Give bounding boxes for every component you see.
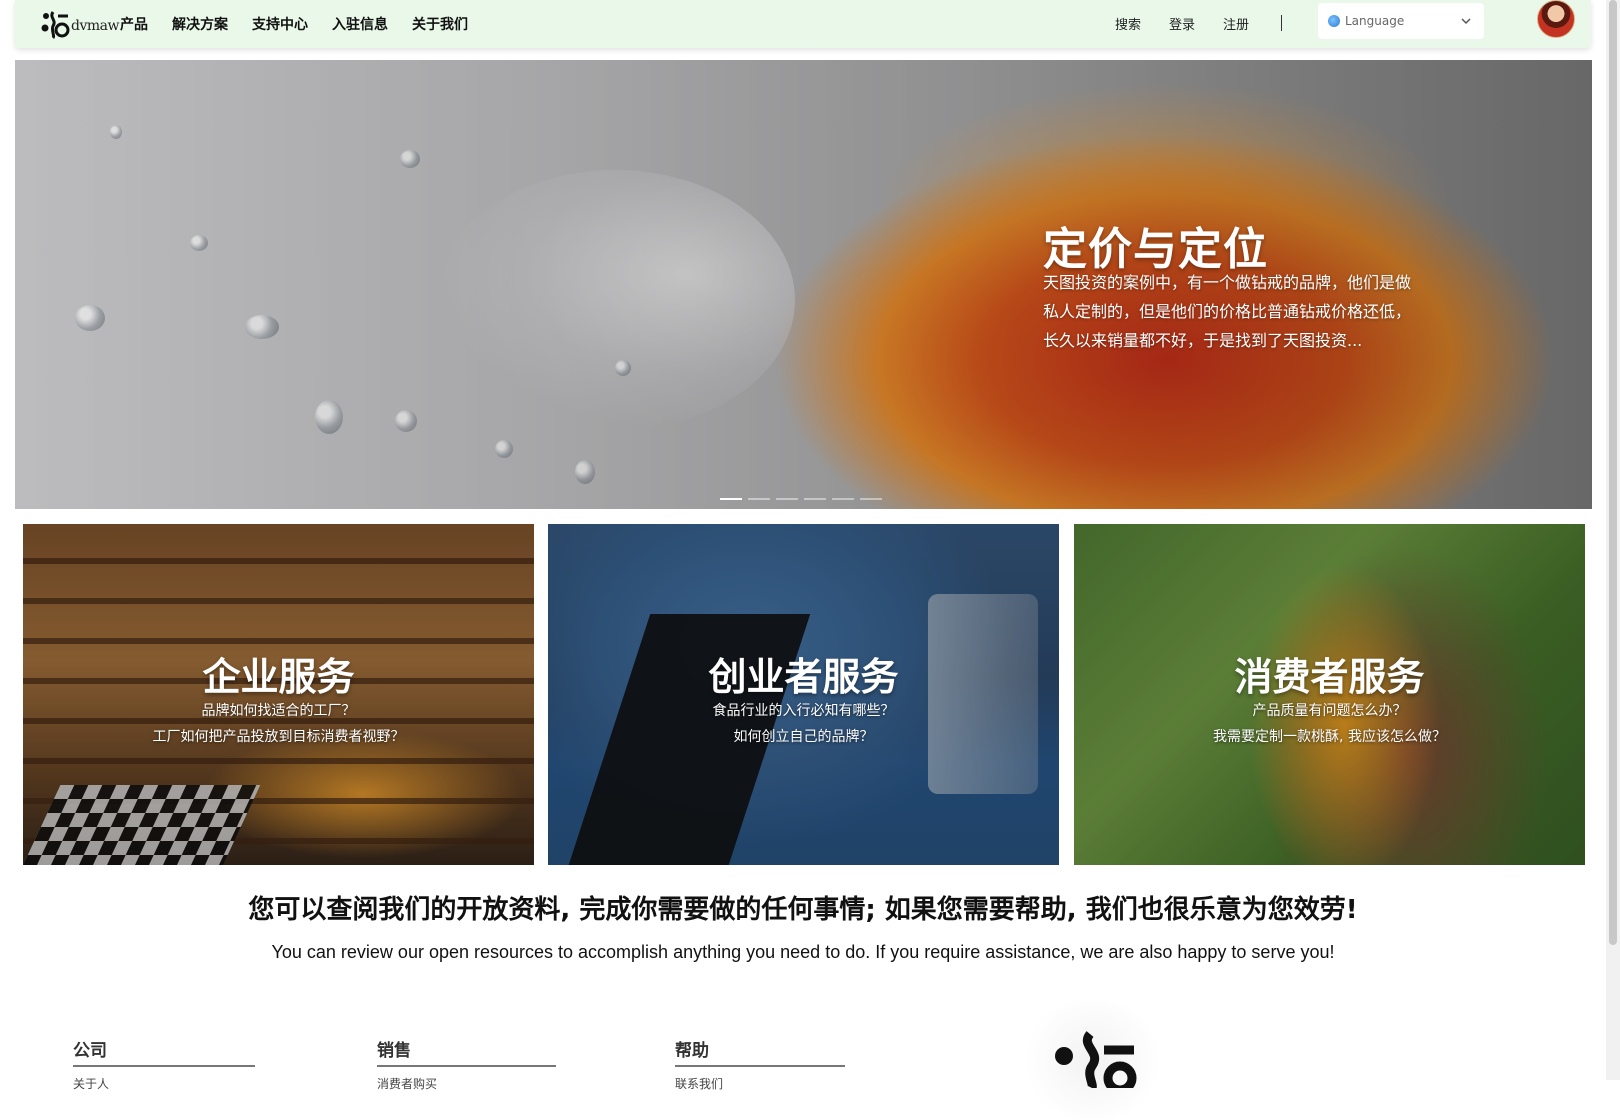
carousel-dot[interactable]	[748, 498, 770, 500]
footer-heading-underline	[377, 1065, 556, 1067]
nav-item-about[interactable]: 关于我们	[412, 14, 468, 34]
service-card-question: 品牌如何找适合的工厂？	[201, 703, 356, 719]
service-card-title: 创业者服务	[708, 655, 899, 699]
top-nav-bar: dvmaw 产品 解决方案 支持中心 入驻信息 关于我们 搜索 登录 注册 La…	[15, 0, 1591, 48]
nav-item-products[interactable]: 产品	[120, 14, 148, 34]
search-link[interactable]: 搜索	[1115, 14, 1141, 33]
footer-heading: 销售	[377, 1041, 411, 1061]
tagline-english: You can review our open resources to acc…	[271, 942, 1335, 962]
chevron-down-icon	[1461, 18, 1471, 25]
nav-item-support[interactable]: 支持中心	[252, 14, 308, 34]
carousel-indicators	[720, 498, 882, 500]
language-select[interactable]: Language	[1318, 3, 1484, 39]
service-card-title: 企业服务	[202, 655, 355, 699]
carousel-dot[interactable]	[832, 498, 854, 500]
footer-logo	[1018, 1000, 1168, 1120]
service-card-question: 食品行业的入行必知有哪些？	[712, 703, 895, 719]
header-actions: 搜索 登录 注册	[1115, 0, 1283, 46]
footer-heading: 帮助	[675, 1041, 709, 1061]
service-card-entrepreneur[interactable]: 创业者服务 食品行业的入行必知有哪些？ 如何创立自己的品牌？	[548, 524, 1059, 865]
footer-column-sales: 销售 消费者购买	[377, 1036, 556, 1092]
register-link[interactable]: 注册	[1223, 14, 1249, 33]
nav-item-solutions[interactable]: 解决方案	[172, 14, 228, 34]
nav-item-onboarding[interactable]: 入驻信息	[332, 14, 388, 34]
footer-heading-underline	[675, 1065, 845, 1067]
hero-carousel[interactable]: 定价与定位 天图投资的案例中，有一个做钻戒的品牌，他们是做私人定制的，但是他们的…	[15, 60, 1592, 509]
service-card-title: 消费者服务	[1234, 655, 1425, 699]
footer-heading-underline	[73, 1065, 255, 1067]
scrollbar-thumb[interactable]	[1609, 0, 1617, 945]
site-logo[interactable]: dvmaw	[39, 8, 119, 40]
footer-column-company: 公司 关于人	[73, 1036, 255, 1092]
service-card-enterprise[interactable]: 企业服务 品牌如何找适合的工厂？ 工厂如何把产品投放到目标消费者视野？	[23, 524, 534, 865]
footer-column-help: 帮助 联系我们	[675, 1036, 845, 1092]
logo-text: dvmaw	[71, 18, 119, 34]
service-card-question: 如何创立自己的品牌？	[733, 729, 874, 745]
user-avatar[interactable]	[1537, 0, 1575, 38]
service-card-consumer[interactable]: 消费者服务 产品质量有问题怎么办？ 我需要定制一款桃酥, 我应该怎么做？	[1074, 524, 1585, 865]
tagline-chinese: 您可以查阅我们的开放资料, 完成你需要做的任何事情; 如果您需要帮助, 我们也很…	[248, 895, 1358, 925]
footer-link[interactable]: 关于人	[73, 1075, 255, 1092]
header-divider	[1281, 15, 1283, 31]
carousel-dot[interactable]	[720, 498, 742, 500]
carousel-dot[interactable]	[860, 498, 882, 500]
carousel-dot[interactable]	[776, 498, 798, 500]
logo-mark-icon	[41, 11, 70, 40]
service-card-question: 产品质量有问题怎么办？	[1252, 703, 1407, 719]
logo-mark-icon	[1055, 1031, 1137, 1088]
footer-link[interactable]: 消费者购买	[377, 1075, 556, 1092]
footer-link[interactable]: 联系我们	[675, 1075, 845, 1092]
globe-icon	[1328, 15, 1340, 27]
service-card-question: 工厂如何把产品投放到目标消费者视野？	[152, 729, 405, 745]
footer-heading: 公司	[73, 1041, 107, 1061]
login-link[interactable]: 登录	[1169, 14, 1195, 33]
carousel-dot[interactable]	[804, 498, 826, 500]
page-scrollbar[interactable]	[1606, 0, 1620, 1080]
main-nav: 产品 解决方案 支持中心 入驻信息 关于我们	[120, 0, 492, 48]
service-card-question: 我需要定制一款桃酥, 我应该怎么做？	[1213, 729, 1446, 745]
hero-description: 天图投资的案例中，有一个做钻戒的品牌，他们是做私人定制的，但是他们的价格比普通钻…	[1043, 273, 1412, 350]
language-select-label: Language	[1345, 14, 1405, 28]
